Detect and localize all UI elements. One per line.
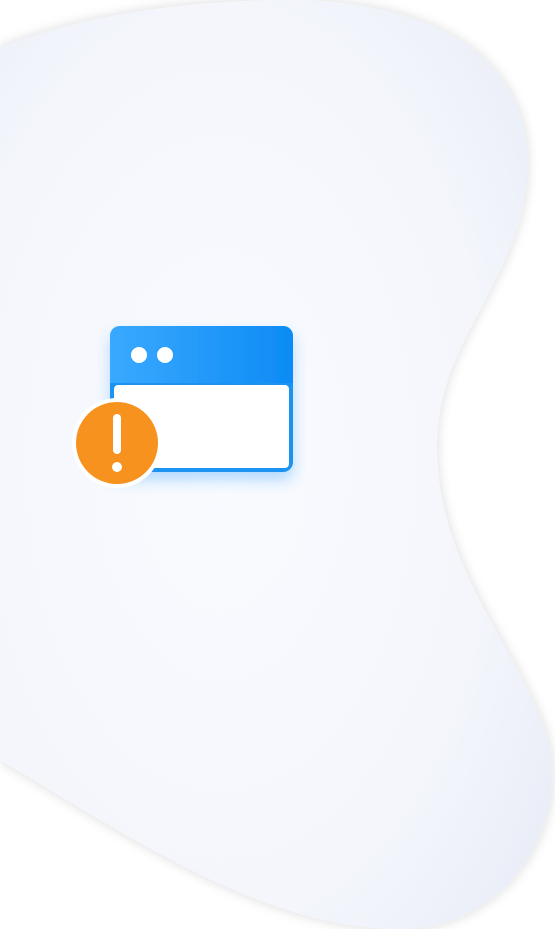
exclamation-warning-icon <box>72 398 162 488</box>
exclamation-dot <box>112 462 122 472</box>
exclamation-bar <box>113 414 121 454</box>
page-canvas <box>0 0 555 929</box>
window-warning-illustration <box>72 326 293 488</box>
window-dot-icon <box>157 347 173 363</box>
window-dot-icon <box>131 347 147 363</box>
